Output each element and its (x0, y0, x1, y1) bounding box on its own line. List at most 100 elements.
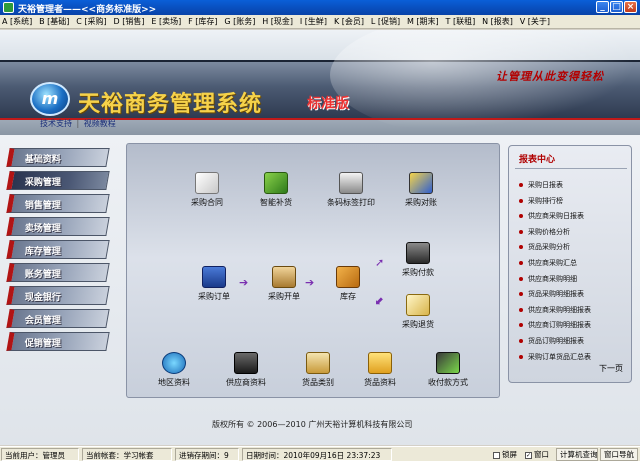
checkbox-icon (493, 451, 500, 459)
reconcile-icon (409, 172, 433, 194)
maximize-button[interactable]: □ (610, 1, 623, 13)
lock-screen-label: 锁屏 (502, 450, 517, 459)
sidebar-item-promotion[interactable]: 促销管理 (6, 332, 110, 351)
purchase-payment-button[interactable]: 采购付款 (383, 242, 453, 278)
menu-accounts[interactable]: G [账务] (222, 15, 257, 28)
payment-method-button[interactable]: 收付款方式 (413, 352, 483, 388)
status-datetime: 日期时间：2010年09月16日 23:37:23 (242, 448, 392, 461)
video-tutorial-link[interactable]: 视频教程 (84, 119, 116, 128)
goods-data-button[interactable]: 货品资料 (345, 352, 415, 388)
lock-screen-checkbox[interactable]: 锁屏 (490, 448, 522, 461)
sidebar-item-basic-data[interactable]: 基础资料 (6, 148, 110, 167)
status-bar: 当前用户：管理员 当前帐套：学习帐套 进销存期间：9 日期时间：2010年09月… (0, 446, 640, 461)
report-link-label: 供应商采购明细 (528, 274, 577, 283)
window-nav-button[interactable]: 窗口导航 (600, 448, 638, 461)
report-link[interactable]: 供应商采购明细 (519, 272, 591, 288)
sidebar-item-label: 库存管理 (24, 247, 61, 257)
menu-fresh[interactable]: I [生鲜] (298, 15, 329, 28)
menu-about[interactable]: V [关于] (518, 15, 552, 28)
window-label: 窗口 (534, 450, 549, 459)
menu-purchase[interactable]: C [采购] (74, 15, 108, 28)
minimize-button[interactable]: _ (596, 1, 609, 13)
sidebar-item-label: 基础资料 (24, 155, 61, 165)
barcode-print-button[interactable]: 条码标签打印 (316, 172, 386, 208)
payment-method-label: 收付款方式 (428, 378, 468, 387)
menu-period-end[interactable]: M [期末] (405, 15, 441, 28)
purchase-receipt-label: 采购开单 (268, 292, 300, 301)
supplier-data-button[interactable]: 供应商资料 (211, 352, 281, 388)
sidebar-item-inventory[interactable]: 库存管理 (6, 240, 110, 259)
menu-store[interactable]: E [卖场] (149, 15, 183, 28)
supplier-data-label: 供应商资料 (226, 378, 266, 387)
report-list: 采购日报表 采购排行榜 供应商采购日报表 采购价格分析 货品采购分析 供应商采购… (519, 178, 591, 365)
bullet-icon (519, 198, 523, 203)
report-link-label: 供应商采购日报表 (528, 212, 584, 221)
menu-inventory[interactable]: F [库存] (186, 15, 219, 28)
menu-cash[interactable]: H [现金] (260, 15, 295, 28)
next-page-link[interactable]: 下一页 (599, 363, 623, 374)
menu-promotion[interactable]: L [促销] (369, 15, 402, 28)
report-link-label: 采购日报表 (528, 181, 563, 189)
purchase-return-button[interactable]: 采购退货 (383, 294, 453, 330)
report-link[interactable]: 货品订购明细报表 (519, 334, 591, 350)
menu-lease[interactable]: T [联租] (444, 15, 478, 28)
tech-support-link[interactable]: 技术支持 (40, 119, 72, 128)
bullet-icon (519, 292, 523, 297)
purchase-reconcile-button[interactable]: 采购对账 (386, 172, 456, 208)
sidebar-item-purchase[interactable]: 采购管理 (6, 171, 110, 190)
report-link[interactable]: 供应商采购明细报表 (519, 303, 591, 319)
menu-member[interactable]: K [会员] (332, 15, 366, 28)
bullet-icon (519, 276, 523, 281)
sidebar-item-label: 采购管理 (24, 178, 61, 188)
bullet-icon (519, 245, 523, 250)
stock-button[interactable]: 库存 (313, 266, 383, 302)
goods-category-button[interactable]: 货品类别 (283, 352, 353, 388)
menu-system[interactable]: A [系统] (0, 15, 34, 28)
report-link[interactable]: 采购日报表 (519, 178, 591, 194)
report-panel: 报表中心 采购日报表 采购排行榜 供应商采购日报表 采购价格分析 货品采购分析 … (508, 145, 632, 383)
menu-reports[interactable]: N [报表] (480, 15, 515, 28)
report-link[interactable]: 采购价格分析 (519, 225, 591, 241)
bullet-icon (519, 354, 523, 359)
support-links: 技术支持 | 视频教程 (40, 118, 116, 132)
calculator-query-button[interactable]: 计算机查询 (556, 448, 598, 461)
report-link-label: 供应商采购明细报表 (528, 305, 591, 314)
region-data-button[interactable]: 地区资料 (139, 352, 209, 388)
report-link[interactable]: 采购排行榜 (519, 194, 591, 210)
supplier-icon (234, 352, 258, 374)
barcode-print-label: 条码标签打印 (327, 198, 375, 207)
bullet-icon (519, 260, 523, 265)
sidebar-item-label: 账务管理 (24, 270, 61, 280)
smart-replenish-button[interactable]: 智能补货 (241, 172, 311, 208)
bullet-icon (519, 338, 523, 343)
menu-basic[interactable]: B [基础] (37, 15, 71, 28)
report-link[interactable]: 采购订单货品汇总表 (519, 350, 591, 366)
report-link-label: 供应商采购汇总 (528, 258, 577, 267)
report-link[interactable]: 货品采购明细报表 (519, 287, 591, 303)
menu-sales[interactable]: D [销售] (112, 15, 147, 28)
sidebar-item-member[interactable]: 会员管理 (6, 309, 110, 328)
report-link[interactable]: 供应商订购明细报表 (519, 318, 591, 334)
sidebar-item-store[interactable]: 卖场管理 (6, 217, 110, 236)
copyright: 版权所有 © 2006—2010 广州天裕计算机科技有限公司 (212, 420, 413, 429)
sidebar-item-label: 销售管理 (24, 201, 61, 211)
window-checkbox[interactable]: ✓ 窗口 (522, 448, 554, 461)
sidebar-item-cash-bank[interactable]: 现金银行 (6, 286, 110, 305)
app-window: 天裕管理者——<<商务标准版>> _ □ × A [系统] B [基础] C [… (0, 0, 640, 461)
title-bar: 天裕管理者——<<商务标准版>> _ □ × (0, 0, 640, 15)
replenish-icon (264, 172, 288, 194)
report-link[interactable]: 供应商采购日报表 (519, 209, 591, 225)
globe-icon (162, 352, 186, 374)
status-user: 当前用户：管理员 (1, 448, 79, 461)
stock-box-icon (336, 266, 360, 288)
sidebar-item-accounts[interactable]: 账务管理 (6, 263, 110, 282)
close-button[interactable]: × (624, 1, 637, 13)
calendar-icon (306, 352, 330, 374)
purchase-order-label: 采购订单 (198, 292, 230, 301)
report-link[interactable]: 货品采购分析 (519, 240, 591, 256)
sidebar-item-sales[interactable]: 销售管理 (6, 194, 110, 213)
status-account: 当前帐套：学习帐套 (82, 448, 172, 461)
report-title: 报表中心 (519, 155, 556, 165)
report-link[interactable]: 供应商采购汇总 (519, 256, 591, 272)
purchase-contract-button[interactable]: 采购合同 (172, 172, 242, 208)
